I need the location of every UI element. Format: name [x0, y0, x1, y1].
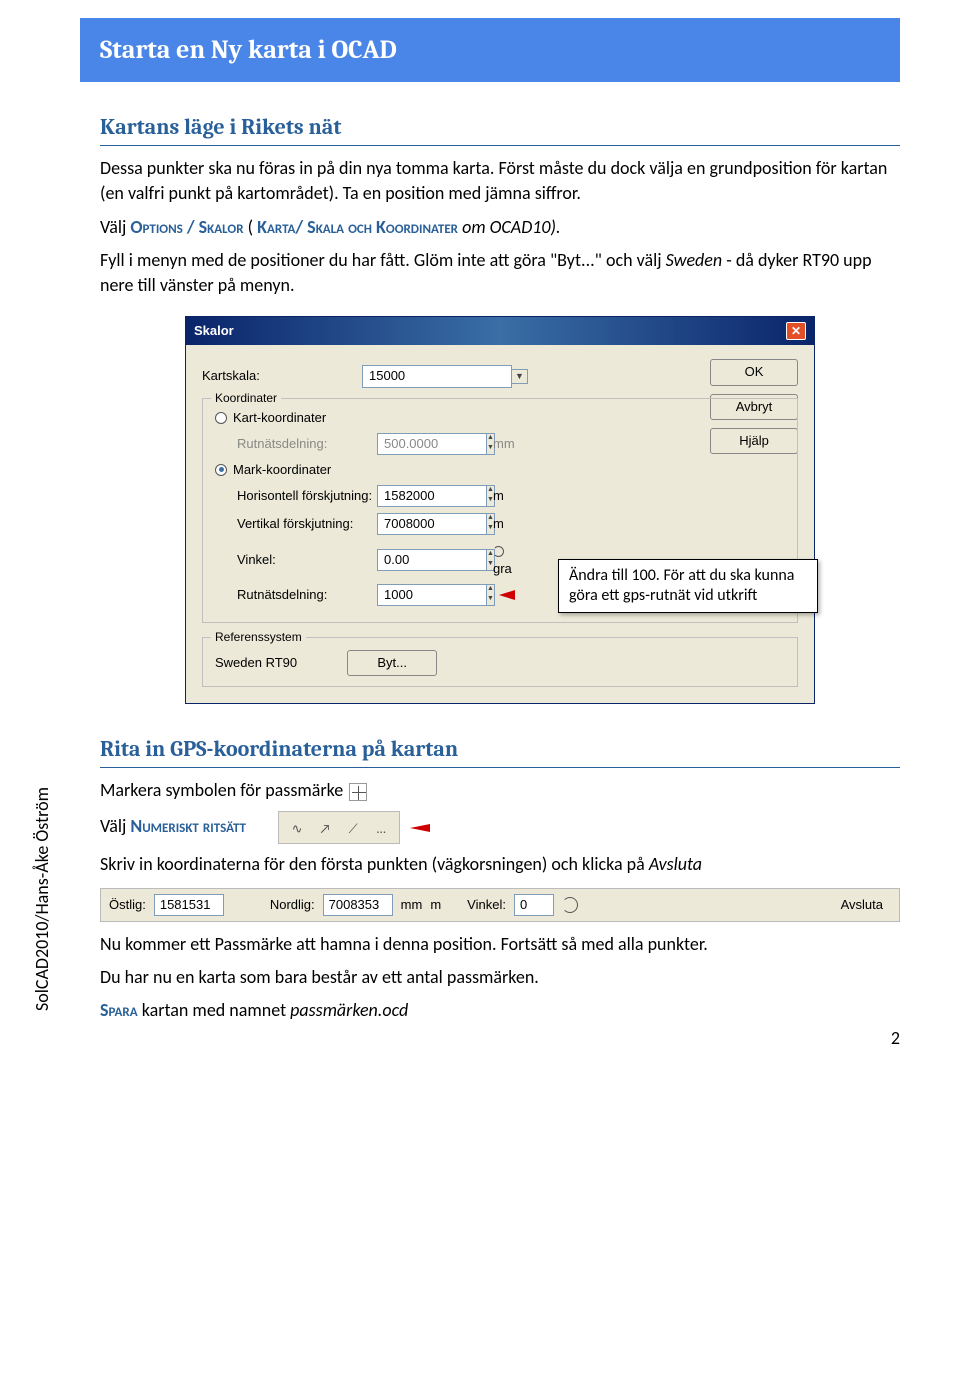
nordlig-value[interactable]: 7008353	[323, 894, 393, 916]
rutnat-mark-label: Rutnätsdelning:	[237, 586, 377, 604]
avsluta-button[interactable]: Avsluta	[833, 896, 891, 914]
footer-author: SolCAD2010/Hans-Åke Öström	[30, 787, 55, 1011]
kartskala-label: Kartskala:	[202, 367, 362, 385]
kart-koordinater-radio[interactable]	[215, 412, 227, 424]
referenssystem-group: Referenssystem Sweden RT90 Byt...	[202, 637, 798, 687]
vinkel-unit: gra	[493, 561, 512, 576]
rutnat-mark-value[interactable]: 1000	[377, 584, 487, 606]
nordlig-label: Nordlig:	[270, 896, 315, 914]
ostlig-label: Östlig:	[109, 896, 146, 914]
red-arrow-annotation	[499, 590, 515, 600]
byt-button[interactable]: Byt...	[347, 650, 437, 676]
spinner-icon[interactable]: ▲▼	[487, 584, 495, 606]
ritsatt-toolbar: ∿ ↗ ⟋ …	[278, 811, 400, 844]
vinkel-value[interactable]: 0	[514, 894, 554, 916]
coordinate-input-bar: Östlig: 1581531 Nordlig: 7008353 mm m Vi…	[100, 888, 900, 922]
koordinater-legend: Koordinater	[211, 390, 281, 407]
vinkel-value[interactable]: 0.00	[377, 549, 487, 571]
section2-paragraph5: Du har nu en karta som bara består av et…	[100, 965, 900, 990]
content: Kartans läge i Rikets nät Dessa punkter …	[100, 112, 900, 1023]
section2-paragraph4: Nu kommer ett Passmärke att hamna i denn…	[100, 932, 900, 957]
mark-koord-label: Mark-koordinater	[233, 461, 331, 479]
page-number: 2	[891, 1026, 900, 1051]
vert-value[interactable]: 7008000	[377, 513, 487, 535]
section1-paragraph1: Dessa punkter ska nu föras in på din nya…	[100, 156, 900, 206]
vert-label: Vertikal förskjutning:	[237, 515, 377, 533]
rotation-icon	[562, 897, 578, 913]
kartskala-value[interactable]: 15000	[362, 365, 512, 387]
dialog-title-text: Skalor	[194, 322, 234, 340]
menu-path-karta: Karta/ Skala och Koordinater	[257, 216, 458, 238]
unit-mm: mm	[401, 896, 423, 914]
unit-mm: mm	[493, 435, 521, 453]
document-title-bar: Starta en Ny karta i OCAD	[80, 18, 900, 82]
ref-value: Sweden RT90	[215, 654, 297, 672]
rutnat-kart-label: Rutnätsdelning:	[237, 435, 377, 453]
close-icon[interactable]: ✕	[786, 322, 806, 340]
section2-paragraph1: Markera symbolen för passmärke	[100, 778, 900, 803]
horis-value[interactable]: 1582000	[377, 485, 487, 507]
tool-icon[interactable]: ⟋	[343, 821, 363, 837]
document-title: Starta en Ny karta i OCAD	[100, 35, 397, 65]
vinkel-label: Vinkel:	[237, 551, 377, 569]
rotation-icon	[493, 546, 504, 557]
mark-koordinater-radio[interactable]	[215, 464, 227, 476]
dropdown-icon[interactable]: ▼	[512, 369, 528, 384]
unit-m: m	[493, 487, 521, 505]
section-heading-1: Kartans läge i Rikets nät	[100, 112, 900, 146]
section1-paragraph2: Välj Options / Skalor ( Karta/ Skala och…	[100, 215, 900, 240]
section1-paragraph3: Fyll i menyn med de positioner du har få…	[100, 248, 900, 298]
callout-annotation: Ändra till 100. För att du ska kunna gör…	[558, 559, 818, 613]
kart-koord-label: Kart-koordinater	[233, 409, 326, 427]
dialog-title-bar: Skalor ✕	[186, 317, 814, 345]
numeriskt-ritsatt-label: Numeriskt ritsätt	[130, 815, 246, 837]
section2-paragraph6: Spara kartan med namnet passmärken.ocd	[100, 998, 900, 1023]
ostlig-value[interactable]: 1581531	[154, 894, 224, 916]
tool-icon[interactable]: ∿	[287, 821, 307, 837]
section2-paragraph2: Välj Numeriskt ritsätt ∿ ↗ ⟋ …	[100, 811, 900, 844]
tool-icon[interactable]: ↗	[315, 821, 335, 837]
ok-button[interactable]: OK	[710, 359, 798, 385]
vinkel-label: Vinkel:	[467, 896, 506, 914]
rutnat-kart-value: 500.0000	[377, 433, 487, 455]
filename: passmärken.ocd	[290, 999, 408, 1021]
unit-m: m	[493, 515, 521, 533]
passmarke-icon	[349, 783, 367, 801]
section-heading-2: Rita in GPS-koordinaterna på kartan	[100, 734, 900, 768]
section2-paragraph3: Skriv in koordinaterna för den första pu…	[100, 852, 900, 877]
tool-ellipsis-icon[interactable]: …	[371, 821, 391, 837]
red-arrow-annotation	[410, 824, 430, 832]
skalor-dialog: Skalor ✕ OK Avbryt Hjälp Kartskala: 1500…	[185, 316, 815, 704]
menu-path-options: Options / Skalor	[130, 216, 243, 238]
unit-m: m	[430, 896, 441, 914]
spara-label: Spara	[100, 999, 138, 1021]
horis-label: Horisontell förskjutning:	[237, 487, 377, 505]
ref-legend: Referenssystem	[211, 629, 306, 646]
